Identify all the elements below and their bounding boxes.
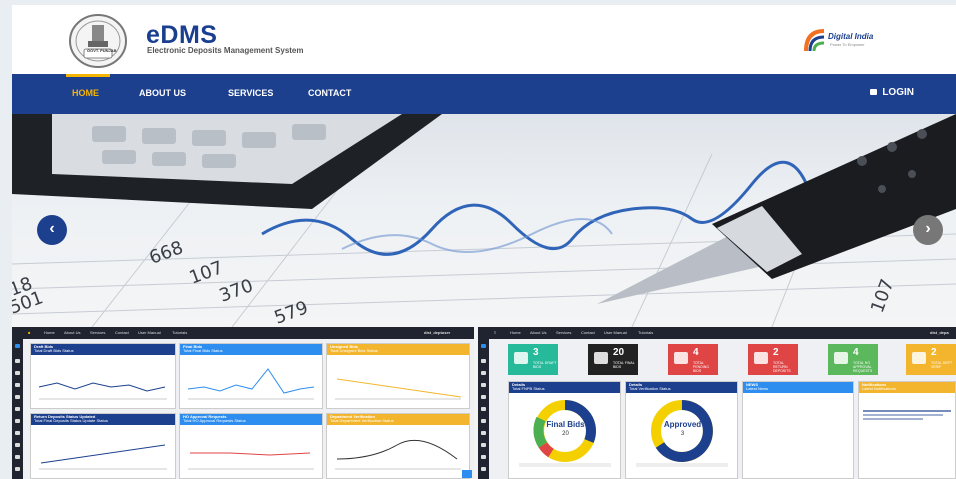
hero-number-4: 579 [272, 297, 311, 327]
stat-total-draft-bids: 3 TOTAL DRAFT BIDS [508, 344, 558, 375]
brand-subtitle: Electronic Deposits Management System [147, 46, 304, 55]
preview-sidebar [478, 339, 489, 479]
dashboard-preview-right: ≡ Home About Us Services Contact User Ma… [478, 327, 956, 479]
lock-icon [870, 89, 878, 95]
nav-home[interactable]: HOME [72, 88, 99, 98]
preview-menu-item: Services [90, 330, 106, 335]
donut-label: Approved [663, 420, 702, 429]
donut-value: 20 [562, 431, 569, 437]
preview-scroll-top-button [462, 470, 472, 478]
login-label: LOGIN [882, 87, 914, 98]
preview-user: dist_deptuser [424, 330, 451, 335]
preview-menu-item: Contact [115, 330, 129, 335]
hero-number-1: 668 [147, 237, 186, 268]
preview-menu-item: Services [556, 330, 572, 335]
digital-india-text: Digital India [828, 32, 874, 41]
preview-menu-item: User Manual [604, 330, 627, 335]
check-icon [834, 352, 848, 364]
preview-logo-icon: ■ [28, 330, 31, 335]
preview-user: dist_depa [930, 330, 949, 335]
dashboard-preview-left: ■ Home About Us Services Contact User Ma… [12, 327, 474, 479]
main-navbar: HOME ABOUT US SERVICES CONTACT LOGIN [12, 74, 956, 114]
preview-topbar: ■ Home About Us Services Contact User Ma… [12, 327, 474, 339]
punjab-emblem-logo [69, 14, 127, 68]
preview-menu-item: Home [510, 330, 521, 335]
preview-menu-item: Tutorials [638, 330, 654, 335]
digital-india-logo-icon [804, 29, 825, 52]
preview-panel-draft-bids: Draft Bids Total Draft Bids Status [30, 343, 176, 409]
preview-panel-final-bids: Final Bids Total Final Bids Status [179, 343, 323, 409]
preview-menu-item: Home [44, 330, 55, 335]
document-icon [912, 352, 926, 364]
stat-total-ho-approval: 4 TOTAL HO APPROVAL REQUESTS [828, 344, 878, 375]
hero-number-2: 107 [187, 257, 226, 288]
preview-topbar: ≡ Home About Us Services Contact User Ma… [478, 327, 956, 339]
preview-sidebar [12, 339, 23, 479]
donut-value: 3 [680, 431, 685, 437]
preview-menu-item: About Us [530, 330, 547, 335]
preview-menu-item: User Manual [138, 330, 161, 335]
stat-total-final-bids: 20 TOTAL FINAL BIDS [588, 344, 638, 375]
preview-panel-dept-verification: Department Verification Total Department … [326, 413, 470, 479]
carousel-next-button[interactable]: › [913, 215, 943, 245]
preview-panel-news: NEWS Latest News [742, 381, 854, 479]
preview-panel-verification-status: Details Total Verification Status Approve… [625, 381, 738, 479]
nav-active-indicator [66, 74, 110, 77]
carousel-prev-button[interactable]: ‹ [37, 215, 67, 245]
handshake-icon [674, 352, 688, 364]
nav-contact[interactable]: CONTACT [308, 88, 351, 98]
preview-panel-ho-approval: HO Approval Requests Total HO Approval Re… [179, 413, 323, 479]
site-header: GOVT. PUNJAB eDMS Electronic Deposits Ma… [12, 5, 956, 74]
minus-icon [754, 352, 768, 364]
hero-carousel: 668 107 370 579 501 18 107 ‹ › [12, 114, 956, 327]
stat-total-pending-bids: 4 TOTAL PENDING BIDS [668, 344, 718, 375]
donut-label: Final Bids [546, 420, 585, 429]
hero-number-3: 370 [217, 275, 256, 306]
login-button[interactable]: LOGIN [870, 87, 914, 98]
dashboard-preview-strip: ■ Home About Us Services Contact User Ma… [12, 327, 956, 479]
preview-menu-item: About Us [64, 330, 81, 335]
stat-total-dept-verification: 2 TOTAL DEPT VERIF [906, 344, 956, 375]
preview-panel-unsigned-bids: Unsigned Bids Total Unsigned Bids Status [326, 343, 470, 409]
preview-panel-return-deposits: Return Deposits Status Updated Total Fina… [30, 413, 176, 479]
nav-services[interactable]: SERVICES [228, 88, 273, 98]
lock-icon [594, 352, 608, 364]
preview-panel-fnpb-status: Details Total FNPB Status Final Bids 20 [508, 381, 621, 479]
hero-number-7: 107 [867, 276, 898, 315]
stat-total-return-deposits: 2 TOTAL RETURN DEPOSITS [748, 344, 798, 375]
nav-about-us[interactable]: ABOUT US [139, 88, 186, 98]
folder-icon [514, 352, 528, 364]
preview-menu-item: Contact [581, 330, 595, 335]
preview-panel-notifications: Notifications Latest Notifications [858, 381, 956, 479]
hero-image: 668 107 370 579 501 18 107 [12, 114, 956, 327]
preview-menu-item: Tutorials [172, 330, 188, 335]
preview-menu-toggle-icon: ≡ [494, 330, 497, 335]
emblem-text: GOVT. PUNJAB [87, 48, 117, 53]
page-frame: GOVT. PUNJAB eDMS Electronic Deposits Ma… [12, 5, 956, 479]
digital-india-tagline: Power To Empower [830, 42, 865, 47]
